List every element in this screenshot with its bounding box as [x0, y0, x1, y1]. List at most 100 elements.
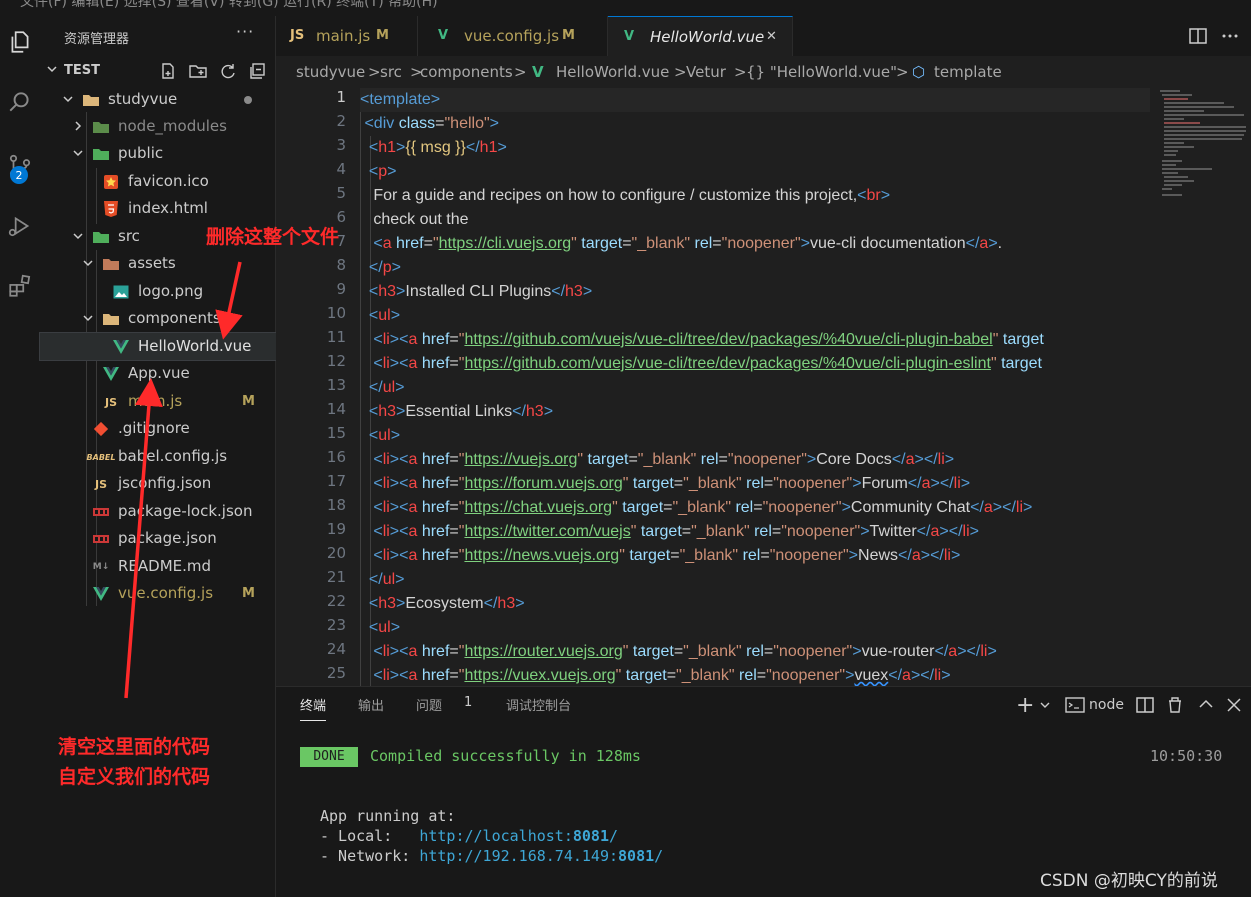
- cube-icon: ⬡: [912, 63, 926, 81]
- compiled-message: Compiled successfully in 128ms: [370, 747, 641, 765]
- breadcrumb-item[interactable]: {} "HelloWorld.vue": [746, 56, 897, 88]
- chevron-down-icon[interactable]: [1038, 693, 1052, 717]
- terminal-icon: [1065, 697, 1085, 713]
- terminal-name[interactable]: node: [1089, 693, 1124, 717]
- tree-label: package-lock.json: [118, 502, 253, 520]
- breadcrumb-item[interactable]: studyvue: [296, 56, 365, 88]
- tree-item-jsconfig[interactable]: JS jsconfig.json: [40, 470, 276, 497]
- code-editor[interactable]: 1 2 3 4 5 6 7 8 9 10 11 12 13 14 15 16 1…: [276, 88, 1251, 686]
- tree-item-babel-config[interactable]: BABEL babel.config.js: [40, 443, 276, 470]
- tab-terminal[interactable]: 终端: [300, 695, 327, 721]
- vue-config-icon: [92, 585, 110, 603]
- code-area[interactable]: <template> <div class="hello"> <h1>{{ ms…: [360, 88, 1150, 686]
- breadcrumb-item[interactable]: components: [420, 56, 513, 88]
- line-number: 17: [326, 472, 346, 490]
- line-number: 13: [326, 376, 346, 394]
- tab-problems[interactable]: 问题: [416, 695, 442, 714]
- tree-item-favicon[interactable]: favicon.ico: [40, 168, 276, 195]
- tab-helloworld-vue[interactable]: V HelloWorld.vue ✕: [608, 16, 793, 56]
- line-number: 1: [336, 88, 346, 106]
- line-number: 5: [336, 184, 346, 202]
- breadcrumb-sep: >: [734, 63, 747, 81]
- vue-icon: V: [532, 63, 544, 81]
- tree-label: vue.config.js: [118, 584, 214, 602]
- code-line: <li><a href="https://chat.vuejs.org" tar…: [373, 499, 1033, 516]
- maximize-panel-icon[interactable]: [1196, 693, 1216, 717]
- breadcrumb-item[interactable]: Vetur: [686, 56, 726, 88]
- more-actions-button[interactable]: ···: [236, 22, 254, 41]
- html5-icon: [102, 200, 120, 218]
- close-panel-icon[interactable]: [1224, 693, 1244, 717]
- tree-item-readme[interactable]: M↓ README.md: [40, 553, 276, 580]
- public-folder-icon: [92, 145, 110, 163]
- tree-item-node-modules[interactable]: node_modules: [40, 113, 276, 140]
- tab-output[interactable]: 输出: [358, 695, 384, 714]
- new-file-icon[interactable]: [158, 61, 178, 81]
- breadcrumb-item[interactable]: src: [380, 56, 402, 88]
- tree-label: babel.config.js: [118, 447, 228, 465]
- chevron-down-icon: [83, 315, 93, 322]
- line-numbers: 1 2 3 4 5 6 7 8 9 10 11 12 13 14 15 16 1…: [276, 88, 346, 686]
- more-icon[interactable]: [1218, 24, 1242, 48]
- scm-badge: 2: [10, 166, 28, 184]
- minimap[interactable]: [1156, 88, 1251, 686]
- tree-item-package-lock[interactable]: package-lock.json: [40, 498, 276, 525]
- chevron-down-icon: [73, 233, 83, 240]
- tree-label: App.vue: [128, 364, 190, 382]
- explorer-icon[interactable]: [0, 20, 40, 64]
- trash-icon[interactable]: [1164, 693, 1186, 717]
- line-number: 20: [326, 544, 346, 562]
- line-number: 10: [326, 304, 346, 322]
- breadcrumb-sep: >: [896, 63, 909, 81]
- line-number: 11: [326, 328, 346, 346]
- tab-label: main.js: [316, 27, 371, 45]
- folder-open-icon: [82, 91, 100, 109]
- split-editor-icon[interactable]: [1186, 24, 1210, 48]
- menu-items[interactable]: 文件(F) 编辑(E) 选择(S) 查看(V) 转到(G) 运行(R) 终端(T…: [20, 0, 438, 11]
- menu-bar: 文件(F) 编辑(E) 选择(S) 查看(V) 转到(G) 运行(R) 终端(T…: [0, 0, 1251, 16]
- refresh-icon[interactable]: [218, 61, 238, 81]
- breadcrumb-sep: >: [368, 63, 381, 81]
- tree-item-public[interactable]: public: [40, 140, 276, 167]
- tree-item-index-html[interactable]: index.html: [40, 195, 276, 222]
- code-line: <li><a href="https://github.com/vuejs/vu…: [373, 331, 1044, 348]
- network-url[interactable]: http://192.168.74.149:: [419, 847, 618, 865]
- collapse-all-icon[interactable]: [248, 61, 268, 81]
- tree-item-studyvue[interactable]: studyvue: [40, 86, 276, 113]
- code-line: <div class="hello">: [364, 115, 500, 132]
- tree-item-package-json[interactable]: package.json: [40, 525, 276, 552]
- search-icon[interactable]: [0, 80, 40, 124]
- code-line: <li><a href="https://forum.vuejs.org" ta…: [373, 475, 971, 492]
- line-number: 12: [326, 352, 346, 370]
- tree-item-logo-png[interactable]: logo.png: [40, 278, 276, 305]
- breadcrumb-sep: >: [514, 63, 527, 81]
- line-number: 4: [336, 160, 346, 178]
- tree-item-app-vue[interactable]: App.vue: [40, 360, 276, 387]
- tree-item-main-js[interactable]: JS main.js M: [40, 388, 276, 415]
- tree-item-vue-config[interactable]: vue.config.js M: [40, 580, 276, 607]
- breadcrumb-item[interactable]: HelloWorld.vue: [556, 56, 669, 88]
- annotation-delete-file: 删除这整个文件: [206, 226, 340, 248]
- extensions-icon[interactable]: [0, 264, 40, 308]
- tree-label: jsconfig.json: [118, 474, 212, 492]
- close-icon[interactable]: ✕: [766, 17, 777, 57]
- new-terminal-button[interactable]: +: [1016, 693, 1034, 718]
- tab-debug-console[interactable]: 调试控制台: [506, 695, 571, 714]
- tree-item-components[interactable]: components: [40, 305, 276, 332]
- code-line: <a href="https://cli.vuejs.org" target="…: [373, 235, 1003, 252]
- workspace-section[interactable]: TEST: [40, 58, 276, 84]
- running-at-label: App running at:: [320, 807, 456, 825]
- tree-item-assets[interactable]: assets: [40, 250, 276, 277]
- code-line: <li><a href="https://twitter.com/vuejs" …: [373, 523, 979, 540]
- tree-item-helloworld-vue[interactable]: HelloWorld.vue: [39, 332, 277, 361]
- tree-item-gitignore[interactable]: .gitignore: [40, 415, 276, 442]
- new-folder-icon[interactable]: [188, 61, 208, 81]
- local-url[interactable]: http://localhost:: [419, 827, 573, 845]
- modified-badge: M: [242, 586, 255, 601]
- run-debug-icon[interactable]: [0, 204, 40, 248]
- breadcrumb-item[interactable]: template: [934, 56, 1002, 88]
- tab-main-js[interactable]: JS main.js M: [276, 16, 418, 56]
- line-number: 19: [326, 520, 346, 538]
- tab-vue-config[interactable]: V vue.config.js M: [418, 16, 608, 56]
- split-terminal-icon[interactable]: [1134, 693, 1156, 717]
